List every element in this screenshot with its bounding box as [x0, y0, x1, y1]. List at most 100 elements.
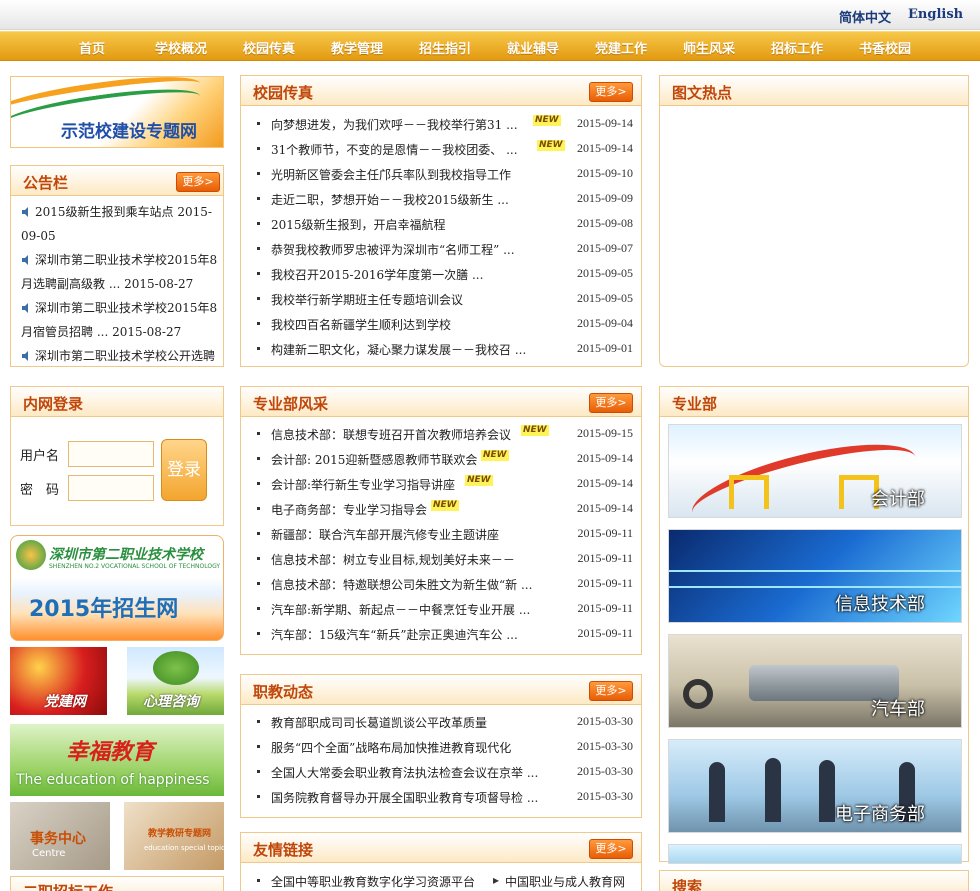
username-input[interactable] — [68, 441, 154, 467]
frame-decoration — [729, 475, 769, 509]
tender-header: 二职招标工作 — [11, 877, 223, 891]
dept-ecommerce-label: 电子商务部 — [835, 804, 925, 825]
dept-accounting-image[interactable]: 会计部 — [668, 424, 962, 518]
news-row[interactable]: 我校四百名新疆学生顺利达到学校 2015-09-04 — [257, 312, 633, 337]
hot-panel: 图文热点 — [659, 75, 969, 367]
news-row[interactable]: 汽车部：15级汽车“新兵”赴宗正奥迪汽车公 ... 2015-09-11 — [257, 622, 633, 647]
new-badge: NEW — [431, 500, 459, 511]
topic-en: education special topic — [144, 844, 224, 852]
nav-campus-news[interactable]: 校园传真 — [243, 38, 295, 57]
tender-title: 二职招标工作 — [23, 881, 113, 891]
notice-list: 2015级新生报到乘车站点 2015-09-05 深圳市第二职业技术学校2015… — [21, 200, 227, 368]
new-badge: NEW — [533, 115, 561, 126]
links-header: 友情链接 更多> — [241, 833, 641, 863]
psych-banner-text: 心理咨询 — [143, 694, 199, 710]
dept-auto-image[interactable]: 汽车部 — [668, 634, 962, 728]
demo-banner-text: 示范校建设专题网 — [61, 122, 197, 142]
nav-party[interactable]: 党建工作 — [595, 38, 647, 57]
news-row[interactable]: 构建新二职文化，凝心聚力谋发展－－我校召 ... 2015-09-01 — [257, 337, 633, 362]
news-row[interactable]: 我校召开2015-2016学年度第一次膳 ... 2015-09-05 — [257, 262, 633, 287]
affairs-en: Centre — [32, 848, 66, 859]
lang-chinese-link[interactable]: 简体中文 — [839, 7, 891, 26]
notice-more-button[interactable]: 更多> — [176, 172, 220, 192]
dept-news-more-button[interactable]: 更多> — [589, 393, 633, 413]
dept-panel: 专业部 会计部 信息技术部 汽车部 电子商务部 — [659, 386, 969, 864]
dept-it-label: 信息技术部 — [835, 594, 925, 615]
link-item[interactable]: ▸ 中国职业与成人教育网 — [493, 869, 643, 891]
affairs-cn: 事务中心 — [30, 831, 86, 847]
password-label: 密 码 — [20, 483, 60, 498]
demo-school-banner[interactable]: 示范校建设专题网 — [10, 76, 224, 148]
news-row[interactable]: 向梦想进发，为我们欢呼－－我校举行第31 ... NEW 2015-09-14 — [257, 112, 633, 137]
voc-news-title: 职教动态 — [253, 683, 314, 701]
psych-banner[interactable]: 心理咨询 — [127, 647, 224, 715]
nav-employment[interactable]: 就业辅导 — [507, 38, 559, 57]
login-button[interactable]: 登录 — [161, 439, 207, 501]
news-row[interactable]: 信息技术部：联想专班召开首次教师培养会议 NEW 2015-09-15 — [257, 422, 633, 447]
news-row[interactable]: 服务“四个全面”战略布局加快推进教育现代化 2015-03-30 — [257, 735, 633, 760]
nav-teaching[interactable]: 教学管理 — [331, 38, 383, 57]
news-row[interactable]: 国务院教育督导办开展全国职业教育专项督导检 ... 2015-03-30 — [257, 785, 633, 810]
search-panel: 搜索 — [659, 870, 969, 891]
news-row[interactable]: 信息技术部：特邀联想公司朱胜文为新生做“新 ... 2015-09-11 — [257, 572, 633, 597]
dept-extra-image[interactable] — [668, 844, 962, 864]
news-row[interactable]: 恭贺我校教师罗忠被评为深圳市“名师工程” ... 2015-09-07 — [257, 237, 633, 262]
dept-accounting-label: 会计部 — [871, 489, 925, 510]
happiness-banner[interactable]: 幸福教育 The education of happiness — [10, 724, 224, 796]
party-banner[interactable]: 党建网 — [10, 647, 107, 715]
links-more-button[interactable]: 更多> — [589, 839, 633, 859]
dept-news-title: 专业部风采 — [253, 395, 329, 413]
news-row[interactable]: 31个教师节，不变的是恩情－－我校团委、 ... NEW 2015-09-14 — [257, 137, 633, 162]
news-row[interactable]: 信息技术部：树立专业目标,规划美好未来－－ 2015-09-11 — [257, 547, 633, 572]
link-item[interactable]: 全国中等职业教育数字化学习资源平台 — [257, 869, 487, 891]
hot-header: 图文热点 — [660, 76, 968, 106]
nav-tender[interactable]: 招标工作 — [771, 38, 823, 57]
new-badge: NEW — [521, 425, 549, 436]
topic-banner[interactable]: 教学教研专题网 education special topic — [124, 802, 224, 870]
nav-reading[interactable]: 书香校园 — [859, 38, 911, 57]
campus-news-panel: 校园传真 更多> 向梦想进发，为我们欢呼－－我校举行第31 ... NEW 2015… — [240, 75, 642, 367]
news-row[interactable]: 会计部: 2015迎新暨感恩教师节联欢会 NEW 2015-09-14 — [257, 447, 633, 472]
news-row[interactable]: 光明新区管委会主任邝兵率队到我校指导工作 2015-09-10 — [257, 162, 633, 187]
recruit-banner[interactable]: 深圳市第二职业技术学校 SHENZHEN NO.2 VOCATIONAL SCH… — [10, 535, 224, 641]
news-row[interactable]: 汽车部:新学期、新起点－－中餐烹饪专业开展 ... 2015-09-11 — [257, 597, 633, 622]
news-row[interactable]: 全国人大常委会职业教育法执法检查会议在京举 ... 2015-03-30 — [257, 760, 633, 785]
campus-news-more-button[interactable]: 更多> — [589, 82, 633, 102]
dept-title: 专业部 — [672, 395, 718, 413]
hot-title: 图文热点 — [672, 84, 733, 102]
notice-header: 公告栏 更多> — [11, 166, 223, 196]
news-row[interactable]: 电子商务部：专业学习指导会 NEW 2015-09-14 — [257, 497, 633, 522]
news-row[interactable]: 教育部职成司司长葛道凯谈公平改革质量 2015-03-30 — [257, 710, 633, 735]
nav-admissions[interactable]: 招生指引 — [419, 38, 471, 57]
nav-school-overview[interactable]: 学校概况 — [155, 38, 207, 57]
dept-it-image[interactable]: 信息技术部 — [668, 529, 962, 623]
news-row[interactable]: 2015级新生报到，开启幸福航程 2015-09-08 — [257, 212, 633, 237]
notice-item[interactable]: 深圳市第二职业技术学校2015年8月选聘副高级教 ... 2015-08-27 — [21, 248, 227, 296]
nav-home[interactable]: 首页 — [79, 38, 105, 57]
news-row[interactable]: 新疆部：联合汽车部开展汽修专业主题讲座 2015-09-11 — [257, 522, 633, 547]
voc-news-more-button[interactable]: 更多> — [589, 681, 633, 701]
news-row[interactable]: 走近二职，梦想开始－－我校2015级新生 ... 2015-09-09 — [257, 187, 633, 212]
voc-news-header: 职教动态 更多> — [241, 675, 641, 705]
tree-icon — [153, 651, 199, 685]
school-logo-icon — [16, 540, 46, 570]
lang-english-link[interactable]: English — [908, 7, 963, 22]
notice-item[interactable]: 深圳市第二职业技术学校2015年8月宿管员招聘 ... 2015-08-27 — [21, 296, 227, 344]
tender-panel: 二职招标工作 — [10, 876, 224, 891]
dept-ecommerce-image[interactable]: 电子商务部 — [668, 739, 962, 833]
links-title: 友情链接 — [253, 841, 314, 859]
affairs-banner[interactable]: 事务中心 Centre — [10, 802, 110, 870]
nav-teachers-students[interactable]: 师生风采 — [683, 38, 735, 57]
notice-item[interactable]: 2015级新生报到乘车站点 2015-09-05 — [21, 200, 227, 248]
news-row[interactable]: 我校举行新学期班主任专题培训会议 2015-09-05 — [257, 287, 633, 312]
recruit-school-en: SHENZHEN NO.2 VOCATIONAL SCHOOL OF TECHN… — [49, 563, 221, 570]
login-panel: 内网登录 用户名 密 码 登录 — [10, 386, 224, 526]
campus-news-header: 校园传真 更多> — [241, 76, 641, 106]
password-input[interactable] — [68, 475, 154, 501]
notice-item[interactable]: 深圳市第二职业技术学校公开选聘 — [21, 344, 227, 368]
new-badge: NEW — [481, 450, 509, 461]
news-row[interactable]: 会计部:举行新生专业学习指导讲座 NEW 2015-09-14 — [257, 472, 633, 497]
topic-cn: 教学教研专题网 — [148, 829, 212, 839]
login-header: 内网登录 — [11, 387, 223, 417]
recruit-school-name: 深圳市第二职业技术学校 — [49, 547, 203, 563]
